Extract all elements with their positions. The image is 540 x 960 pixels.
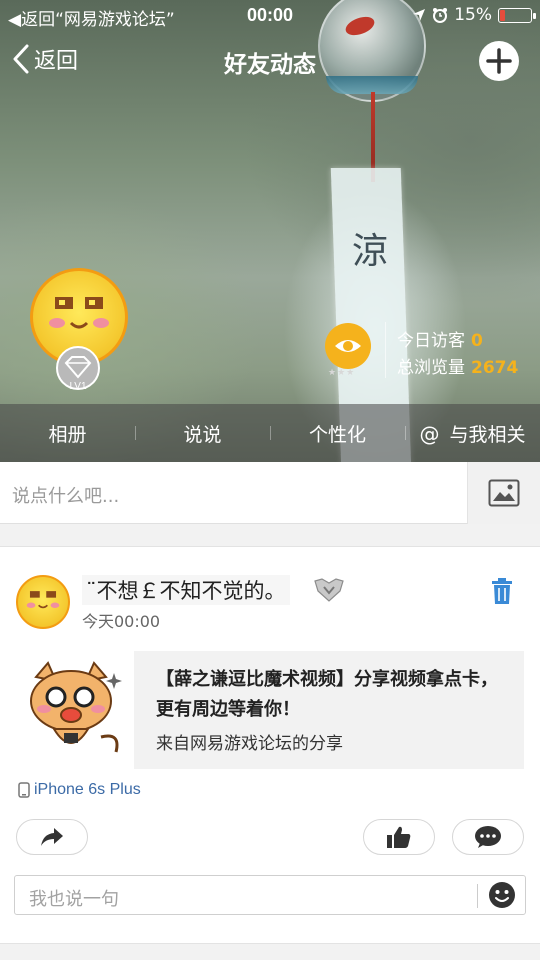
- total-views: 总浏览量 2674: [397, 353, 518, 378]
- cartoon-cat-thumbnail: [30, 661, 122, 753]
- shared-link-title: 【薛之谦逗比魔术视频】分享视频拿点卡，更有周边等着你！: [156, 669, 498, 720]
- phone-icon: [18, 782, 30, 798]
- at-icon: @: [419, 421, 440, 446]
- eye-icon: [335, 340, 361, 352]
- post-device-label: iPhone 6s Plus: [34, 781, 141, 798]
- post-device[interactable]: iPhone 6s Plus: [18, 781, 141, 799]
- shared-link-text: 【薛之谦逗比魔术视频】分享视频拿点卡，更有周边等着你！ 来自网易游戏论坛的分享: [134, 651, 524, 769]
- status-right: 15%: [412, 5, 536, 25]
- photo-button[interactable]: [467, 462, 540, 524]
- level-badge: LV1: [56, 346, 100, 392]
- tab-personalize-label: 个性化: [308, 423, 366, 446]
- battery-percent: 15%: [454, 5, 492, 25]
- level-label: LV1: [69, 381, 87, 392]
- image-icon: [488, 479, 520, 507]
- comment-input[interactable]: 我也说一句: [14, 875, 526, 915]
- tab-moments[interactable]: 说说: [135, 420, 270, 447]
- status-bar: ◀返回“网易游戏论坛” 00:00 15%: [0, 0, 540, 30]
- profile-tabs: 相册 说说 个性化 @ 与我相关: [0, 404, 540, 462]
- tab-related-label: 与我相关: [449, 423, 526, 446]
- total-views-value: 2674: [471, 358, 519, 378]
- friend-feed-screen: 涼 ◀返回“网易游戏论坛” 00:00 15% 返回 好友动态 LV1 ★★★ …: [0, 0, 540, 960]
- visitor-eye-button[interactable]: [325, 323, 371, 369]
- post-time: 今天00:00: [82, 612, 161, 631]
- today-visitors-value: 0: [471, 331, 483, 351]
- shared-link-card[interactable]: 【薛之谦逗比魔术视频】分享视频拿点卡，更有周边等着你！ 来自网易游戏论坛的分享: [16, 651, 524, 769]
- today-visitors-label: 今日访客: [397, 331, 465, 351]
- location-arrow-icon: [413, 9, 426, 21]
- cat-face-icon: [26, 591, 60, 609]
- post-author-name[interactable]: ¨不想￡不知不觉的。: [82, 575, 290, 605]
- plus-icon: [486, 48, 512, 74]
- smiley-icon[interactable]: [488, 881, 516, 909]
- comment-divider: [477, 884, 478, 908]
- tab-album[interactable]: 相册: [0, 420, 135, 447]
- share-button[interactable]: [16, 819, 88, 855]
- page-title: 好友动态: [224, 52, 316, 78]
- comment-button[interactable]: [452, 819, 524, 855]
- tab-moments-label: 说说: [183, 423, 222, 446]
- add-button[interactable]: [479, 41, 519, 81]
- total-views-label: 总浏览量: [397, 358, 465, 378]
- wind-chime-glyph: 涼: [352, 231, 389, 272]
- today-visitors: 今日访客 0: [397, 326, 483, 351]
- battery-fill: [500, 9, 505, 21]
- tab-related-to-me[interactable]: @ 与我相关: [405, 420, 540, 447]
- tab-album-label: 相册: [48, 423, 87, 446]
- visitor-stars-icon: ★★★: [328, 368, 356, 378]
- battery-icon: [498, 7, 536, 23]
- composer-bar: 说点什么吧...: [0, 462, 540, 524]
- alarm-icon: [433, 8, 448, 23]
- share-arrow-icon: [41, 828, 63, 846]
- delete-icon[interactable]: [490, 577, 514, 605]
- visitor-divider: [385, 322, 386, 378]
- thumbs-up-icon: [387, 826, 411, 848]
- feed-post: ¨不想￡不知不觉的。 今天00:00 【薛之谦逗比魔术视频】分享视频拿点卡，更有…: [0, 546, 540, 944]
- shared-link-source: 来自网易游戏论坛的分享: [156, 734, 343, 754]
- speech-bubble-icon: [475, 826, 501, 848]
- comment-placeholder: 我也说一句: [29, 889, 119, 910]
- tab-personalize[interactable]: 个性化: [270, 420, 405, 447]
- vip-badge-icon: [314, 578, 344, 602]
- composer-input[interactable]: 说点什么吧...: [12, 482, 119, 508]
- post-author-avatar[interactable]: [16, 575, 70, 629]
- diamond-icon: [64, 356, 92, 379]
- like-button[interactable]: [363, 819, 435, 855]
